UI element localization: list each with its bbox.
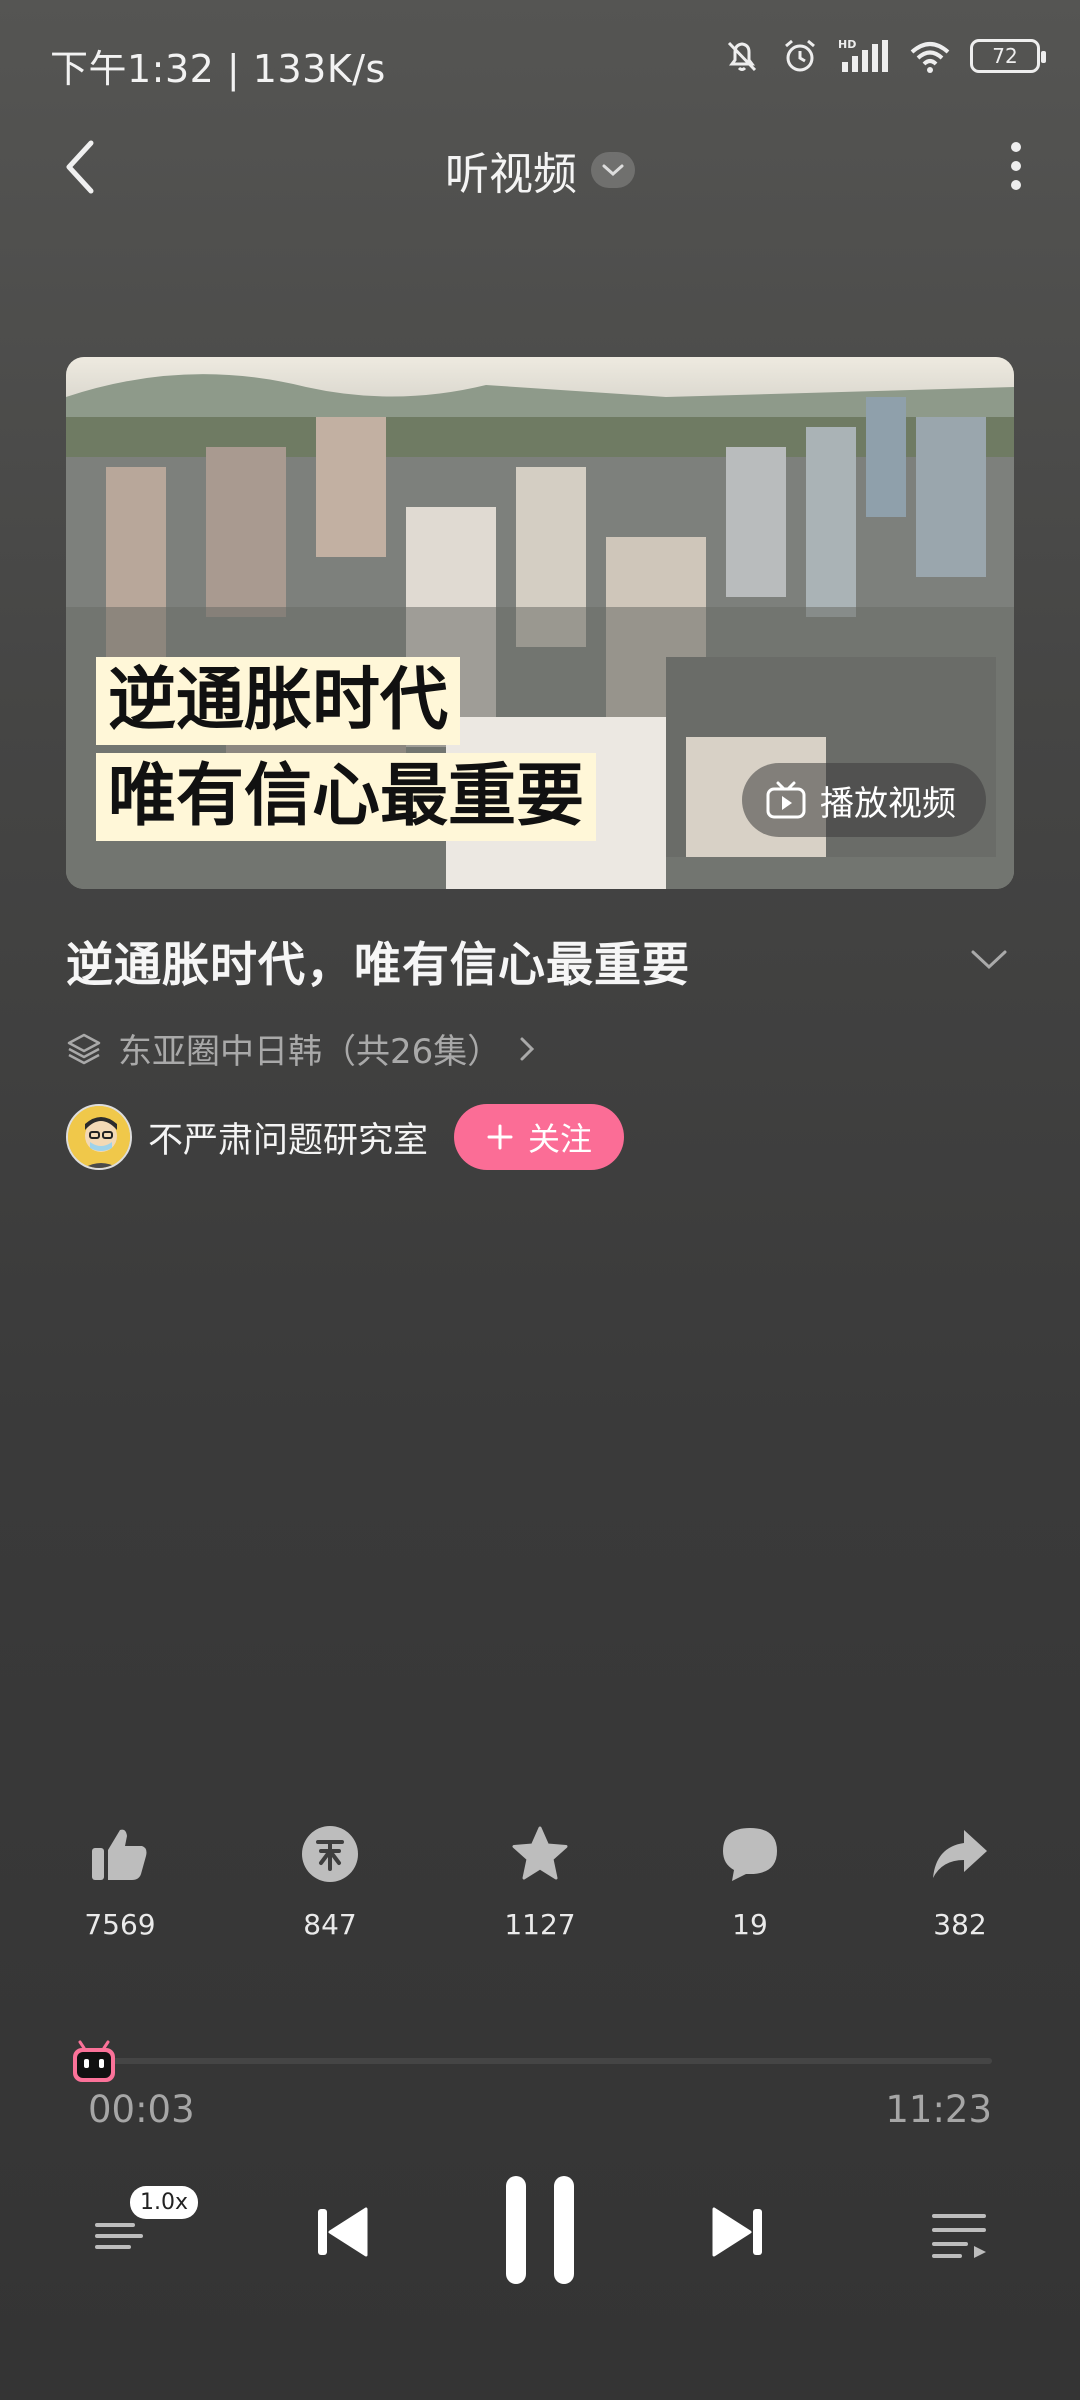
previous-button[interactable] (300, 2190, 384, 2274)
favorite-count: 1127 (504, 1908, 576, 1941)
coin-button[interactable]: 847 (250, 1822, 410, 1941)
total-time: 11:23 (885, 2088, 992, 2131)
play-video-label: 播放视频 (820, 783, 956, 824)
chevron-down-icon (602, 164, 624, 177)
comment-count: 19 (732, 1908, 768, 1941)
speed-icon (95, 2223, 143, 2249)
pause-button[interactable] (490, 2170, 590, 2290)
series-label: 东亚圈中日韩（共26集） (118, 1032, 502, 1072)
nav-title-group[interactable]: 听视频 (0, 138, 1080, 202)
plus-icon (487, 1124, 513, 1150)
avatar[interactable] (66, 1104, 132, 1170)
progress-bar[interactable] (88, 2058, 992, 2064)
progress-handle[interactable] (70, 2040, 118, 2084)
play-video-button[interactable]: 播放视频 (742, 763, 986, 837)
coin-icon (302, 1826, 358, 1882)
video-thumbnail[interactable]: 逆通胀时代 唯有信心最重要 播放视频 (66, 357, 1014, 889)
skip-previous-icon (318, 2207, 368, 2257)
more-options-button[interactable] (996, 136, 1036, 196)
speed-badge: 1.0x (130, 2186, 199, 2219)
comment-icon (723, 1828, 777, 1881)
chevron-right-icon (520, 1037, 535, 1060)
video-title: 逆通胀时代，唯有信心最重要 (66, 938, 690, 993)
skip-next-icon (712, 2207, 762, 2257)
series-link[interactable]: 东亚圈中日韩（共26集） (66, 1024, 537, 1073)
avatar-image (68, 1106, 130, 1168)
author-name[interactable]: 不严肃问题研究室 (148, 1112, 428, 1163)
next-button[interactable] (696, 2190, 780, 2274)
tv-icon (766, 781, 806, 819)
mute-bell-icon (727, 41, 757, 72)
share-icon (933, 1830, 987, 1878)
playlist-button[interactable] (920, 2196, 1000, 2276)
chevron-down-icon (971, 950, 1007, 970)
follow-button[interactable]: 关注 (454, 1104, 625, 1170)
favorite-button[interactable]: 1127 (460, 1822, 620, 1941)
page-title: 听视频 (445, 149, 577, 200)
layers-icon (67, 1033, 101, 1064)
expand-description-button[interactable] (964, 940, 1014, 980)
thumbnail-text-line1: 逆通胀时代 (96, 657, 461, 745)
share-button[interactable]: 382 (880, 1822, 1040, 1941)
star-icon (512, 1826, 568, 1880)
mode-switch-button[interactable] (591, 152, 635, 188)
status-time: 下午1:32 | 133K/s (50, 47, 386, 91)
comment-button[interactable]: 19 (670, 1822, 830, 1941)
top-nav: 听视频 (0, 120, 1080, 210)
more-dot (1011, 161, 1021, 171)
coin-count: 847 (303, 1908, 357, 1941)
more-dot (1011, 180, 1021, 190)
like-button[interactable]: 7569 (40, 1822, 200, 1941)
follow-label: 关注 (528, 1120, 593, 1158)
alarm-icon (785, 39, 815, 72)
status-icons: HD 72 (722, 36, 1046, 76)
playlist-icon (932, 2214, 986, 2258)
author-row: 不严肃问题研究室 关注 (66, 1104, 625, 1170)
pause-icon (506, 2176, 574, 2284)
playback-controls: 1.0x (0, 2160, 1080, 2290)
like-count: 7569 (84, 1908, 156, 1941)
battery-icon: 72 (970, 39, 1046, 73)
share-count: 382 (933, 1908, 987, 1941)
action-bar: 7569 847 1127 19 382 (0, 1822, 1080, 1972)
battery-level: 72 (992, 44, 1018, 68)
svg-text:HD: HD (838, 38, 856, 51)
thumbnail-text-line2: 唯有信心最重要 (96, 753, 597, 841)
thumbs-up-icon (92, 1829, 147, 1880)
hd-signal-icon: HD (838, 38, 888, 72)
more-vertical-icon (1011, 142, 1021, 152)
tv-mascot-icon (73, 2040, 115, 2082)
current-time: 00:03 (88, 2088, 195, 2131)
wifi-icon (910, 42, 950, 73)
status-bar: 下午1:32 | 133K/s HD 72 (0, 0, 1080, 120)
